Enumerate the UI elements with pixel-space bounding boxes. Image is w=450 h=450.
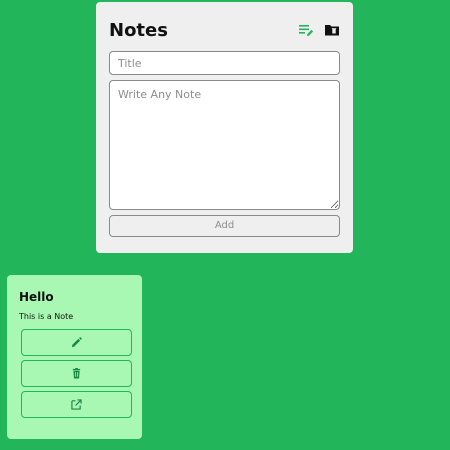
delete-note-button[interactable] bbox=[21, 360, 132, 387]
open-in-new-icon bbox=[71, 395, 82, 414]
edit-note-button[interactable] bbox=[21, 329, 132, 356]
title-input[interactable] bbox=[109, 51, 340, 75]
playlist-edit-icon[interactable] bbox=[298, 22, 314, 38]
note-card: Hello This is a Note bbox=[7, 275, 142, 439]
app-title: Notes bbox=[109, 20, 168, 41]
note-editor-panel: Notes Add bbox=[96, 2, 353, 253]
trash-icon bbox=[71, 364, 82, 383]
folder-delete-icon[interactable] bbox=[324, 22, 340, 38]
open-note-button[interactable] bbox=[21, 391, 132, 418]
note-body: This is a Note bbox=[19, 312, 74, 321]
pencil-icon bbox=[71, 333, 82, 352]
note-textarea[interactable] bbox=[109, 80, 340, 210]
add-button[interactable]: Add bbox=[109, 215, 340, 237]
note-title: Hello bbox=[19, 290, 54, 304]
